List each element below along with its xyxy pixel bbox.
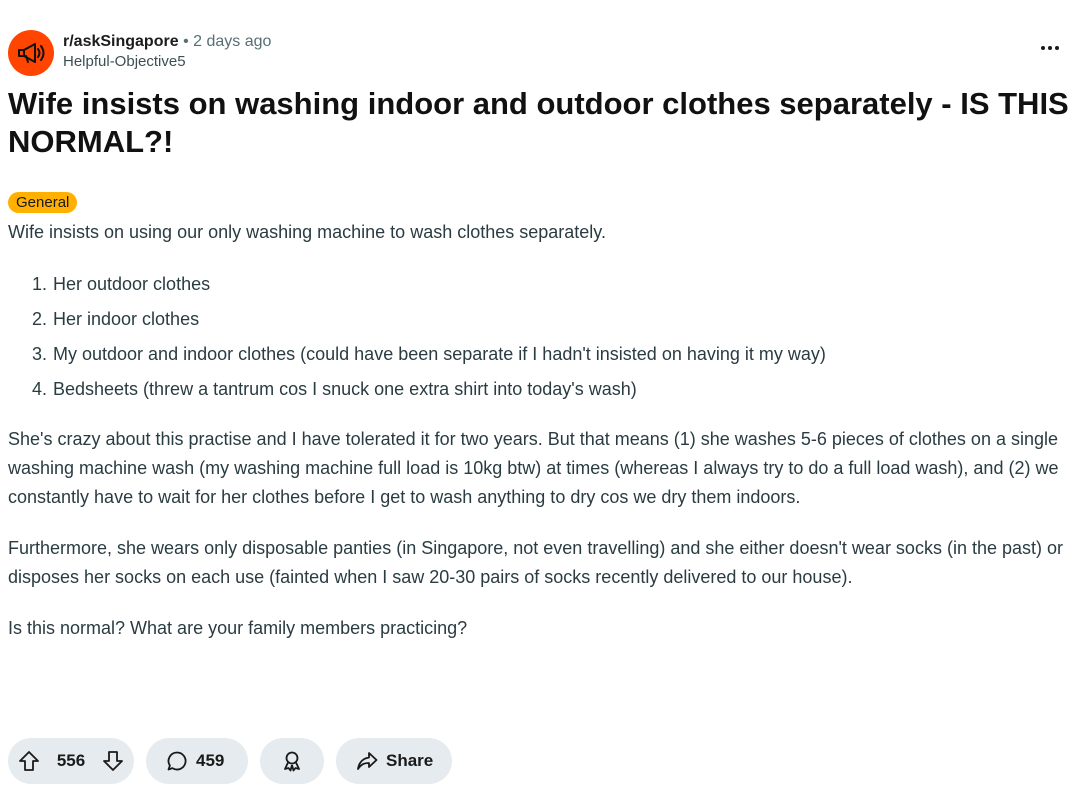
author-link[interactable]: Helpful-Objective5 — [63, 52, 271, 72]
comment-count: 459 — [196, 751, 225, 770]
list-number: 3. — [31, 344, 47, 364]
body-list: 1. Her outdoor clothes 2. Her indoor clo… — [8, 267, 1073, 407]
list-item: 2. Her indoor clothes — [8, 302, 1073, 337]
list-number: 4. — [31, 379, 47, 399]
list-number: 2. — [31, 309, 47, 329]
comments-button[interactable]: 459 — [146, 738, 248, 784]
subreddit-link[interactable]: r/askSingapore — [63, 33, 179, 50]
list-text: Bedsheets (threw a tantrum cos I snuck o… — [53, 379, 637, 399]
list-number: 1. — [31, 274, 47, 294]
share-button[interactable]: Share — [336, 738, 452, 784]
post-card: r/askSingapore • 2 days ago Helpful-Obje… — [0, 0, 1080, 806]
more-options-button[interactable] — [1038, 38, 1062, 58]
more-options-icon — [1040, 46, 1061, 50]
post-title[interactable]: Wife insists on washing indoor and outdo… — [8, 85, 1073, 161]
post-timestamp: 2 days ago — [193, 33, 272, 50]
subreddit-avatar[interactable] — [8, 30, 54, 76]
upvote-arrow-icon[interactable] — [18, 750, 40, 772]
post-body: Wife insists on using our only washing m… — [8, 218, 1073, 643]
list-item: 4. Bedsheets (threw a tantrum cos I snuc… — [8, 372, 1073, 407]
post-flair[interactable]: General — [8, 192, 78, 213]
award-icon — [281, 750, 303, 772]
body-paragraph: Furthermore, she wears only disposable p… — [8, 538, 1063, 587]
share-arrow-icon — [356, 750, 378, 772]
body-paragraph: She's crazy about this practise and I ha… — [8, 429, 1059, 507]
share-label: Share — [386, 751, 434, 770]
vote-control: 556 — [8, 738, 134, 784]
list-text: My outdoor and indoor clothes (could hav… — [53, 344, 826, 364]
body-intro: Wife insists on using our only washing m… — [8, 222, 606, 242]
action-bar: 556 459 Share — [8, 738, 452, 784]
meta-separator: • — [183, 33, 189, 50]
post-meta: r/askSingapore • 2 days ago Helpful-Obje… — [63, 32, 271, 72]
list-item: 3. My outdoor and indoor clothes (could … — [8, 337, 1073, 372]
post-header: r/askSingapore • 2 days ago Helpful-Obje… — [8, 30, 271, 76]
vote-score: 556 — [56, 751, 86, 770]
body-paragraph: Is this normal? What are your family mem… — [8, 618, 468, 638]
list-item: 1. Her outdoor clothes — [8, 267, 1073, 302]
downvote-arrow-icon[interactable] — [102, 750, 124, 772]
megaphone-icon — [16, 41, 46, 65]
award-button[interactable] — [260, 738, 324, 784]
list-text: Her outdoor clothes — [53, 274, 211, 294]
comment-bubble-icon — [166, 750, 188, 772]
list-text: Her indoor clothes — [53, 309, 200, 329]
